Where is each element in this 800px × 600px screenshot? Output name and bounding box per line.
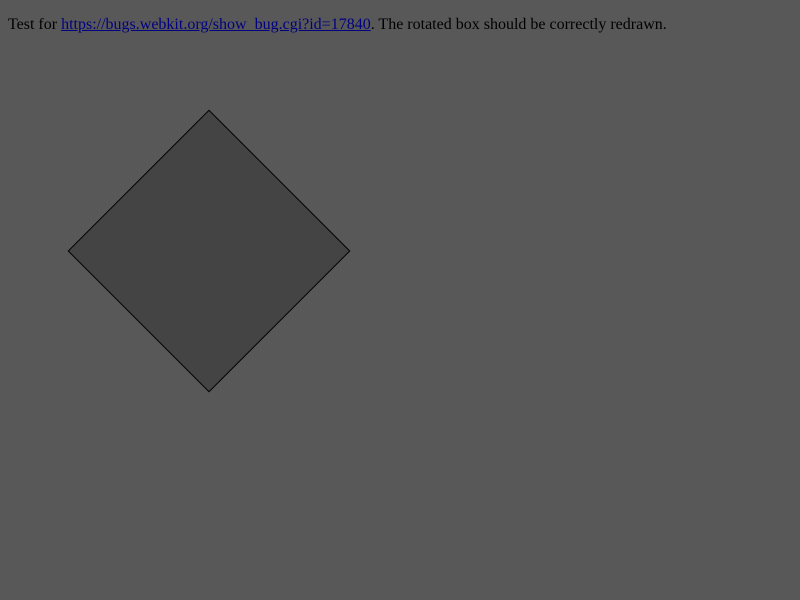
test-description: Test for https://bugs.webkit.org/show_bu… <box>8 16 667 34</box>
bug-link[interactable]: https://bugs.webkit.org/show_bug.cgi?id=… <box>61 16 371 33</box>
description-suffix: . The rotated box should be correctly re… <box>370 16 667 33</box>
description-prefix: Test for <box>8 16 62 33</box>
rotated-box <box>67 109 351 393</box>
